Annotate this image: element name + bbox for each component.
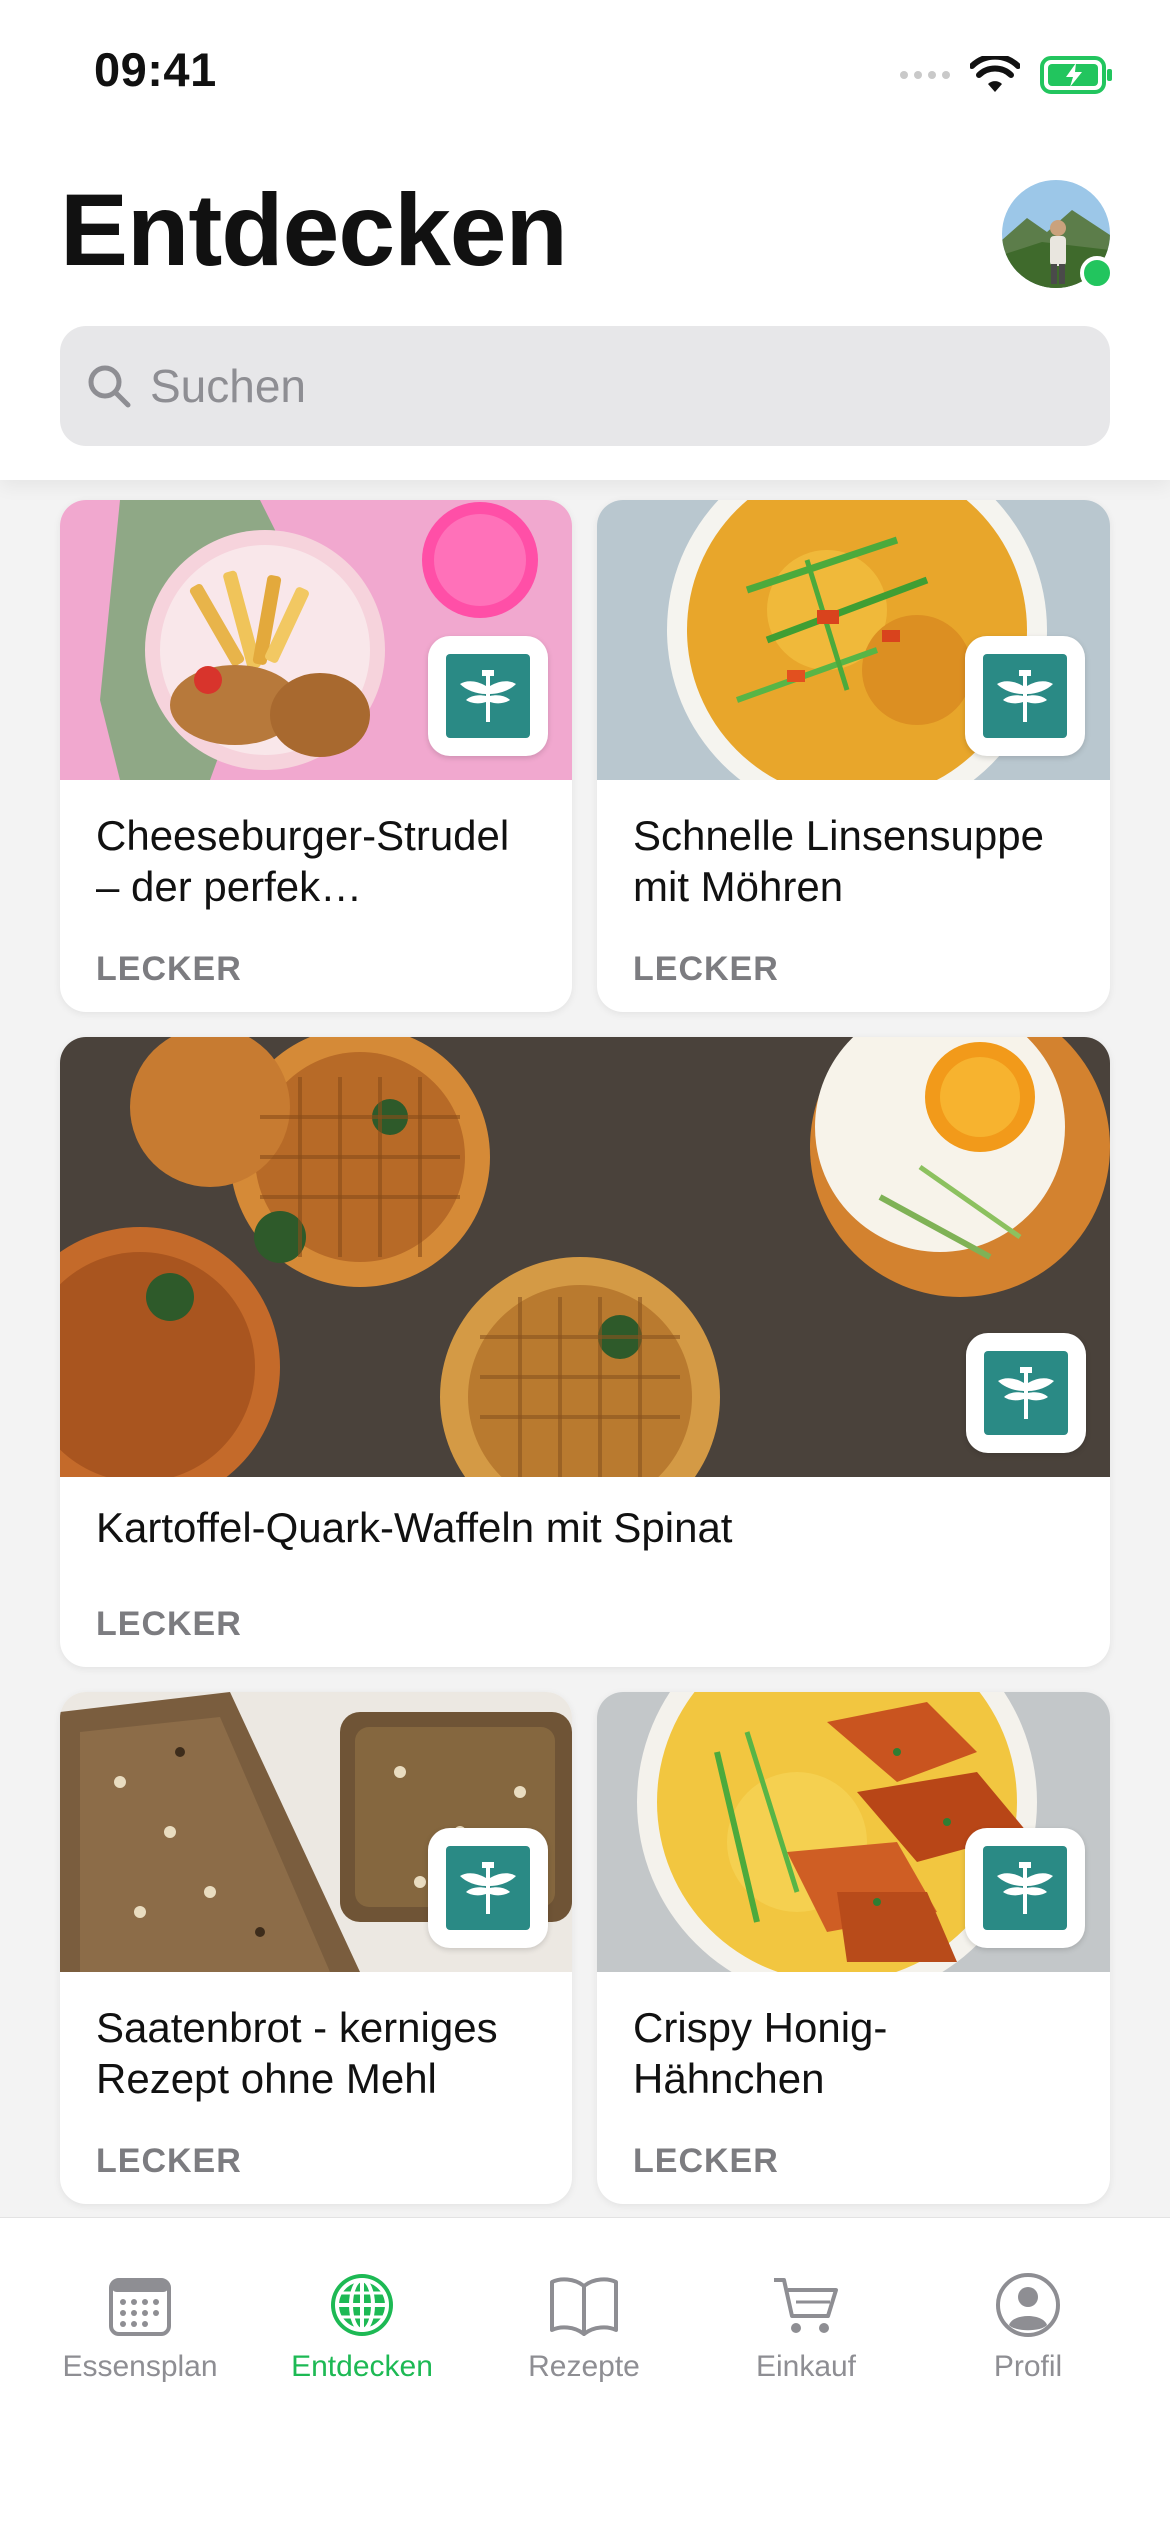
tab-label: Einkauf: [755, 2350, 857, 2383]
search-icon: [88, 365, 131, 408]
publisher-logo-icon: [428, 636, 548, 756]
status-bar: 09:41: [0, 0, 1170, 140]
search-input[interactable]: [150, 359, 1050, 413]
recipe-card[interactable]: Saatenbrot - kerniges Rezept ohne Mehl L…: [60, 1692, 572, 2204]
cart-icon: [774, 2278, 838, 2333]
recipe-source: LECKER: [96, 950, 242, 988]
recipe-source: LECKER: [633, 950, 779, 988]
recipe-image: [60, 1037, 1110, 1477]
recipe-card[interactable]: Kartoffel-Quark-Waffeln mit Spinat LECKE…: [60, 1037, 1110, 1667]
tab-label: Rezepte: [528, 2350, 640, 2383]
recipe-card[interactable]: Cheeseburger-Strudel – der perfek… LECKE…: [60, 500, 572, 1012]
recipe-source: LECKER: [96, 2142, 242, 2180]
tab-essensplan[interactable]: Essensplan: [23, 2218, 257, 2418]
tab-label: Entdecken: [291, 2350, 433, 2383]
publisher-logo-icon: [965, 1828, 1085, 1948]
status-time: 09:41: [94, 43, 217, 96]
recipe-source: LECKER: [633, 2142, 779, 2180]
recipe-title: Kartoffel-Quark-Waffeln mit Spinat: [96, 1504, 733, 1551]
recipe-title: Cheeseburger-Strudel – der perfek…: [96, 812, 510, 910]
profile-avatar[interactable]: [1002, 180, 1114, 290]
recipe-title: Crispy Honig-Hähnchen: [633, 2004, 888, 2102]
header: 09:41 Entdecken: [0, 0, 1170, 480]
search-bar[interactable]: [60, 326, 1110, 446]
recipe-feed[interactable]: Cheeseburger-Strudel – der perfek… LECKE…: [0, 482, 1170, 2217]
tab-einkauf[interactable]: Einkauf: [689, 2218, 923, 2418]
globe-icon: [331, 2274, 393, 2336]
battery-charging-icon: [1040, 56, 1112, 94]
tab-bar: Essensplan Entdecken Rezepte Einkauf Pro…: [0, 2217, 1170, 2532]
wifi-icon: [970, 56, 1020, 92]
recipe-title: Schnelle Linsensuppe mit Möhren: [633, 812, 1044, 910]
tab-rezepte[interactable]: Rezepte: [467, 2218, 701, 2418]
tab-label: Essensplan: [62, 2350, 218, 2383]
recipe-title: Saatenbrot - kerniges Rezept ohne Mehl: [96, 2004, 498, 2102]
status-icons: [900, 50, 1114, 100]
page-title: Entdecken: [60, 173, 568, 287]
calendar-icon: [109, 2278, 171, 2336]
publisher-logo-icon: [428, 1828, 548, 1948]
publisher-logo-icon: [965, 636, 1085, 756]
publisher-logo-icon: [966, 1333, 1086, 1453]
person-icon: [996, 2273, 1060, 2337]
tab-entdecken[interactable]: Entdecken: [245, 2218, 479, 2418]
recipe-card[interactable]: Crispy Honig-Hähnchen LECKER: [597, 1692, 1110, 2204]
book-icon: [550, 2277, 618, 2336]
tab-profil[interactable]: Profil: [911, 2218, 1145, 2418]
recipe-source: LECKER: [96, 1605, 242, 1643]
tab-label: Profil: [993, 2350, 1063, 2383]
cellular-signal-icon: [900, 71, 950, 79]
recipe-card[interactable]: Schnelle Linsensuppe mit Möhren LECKER: [597, 500, 1110, 1012]
online-status-dot: [1080, 256, 1114, 290]
